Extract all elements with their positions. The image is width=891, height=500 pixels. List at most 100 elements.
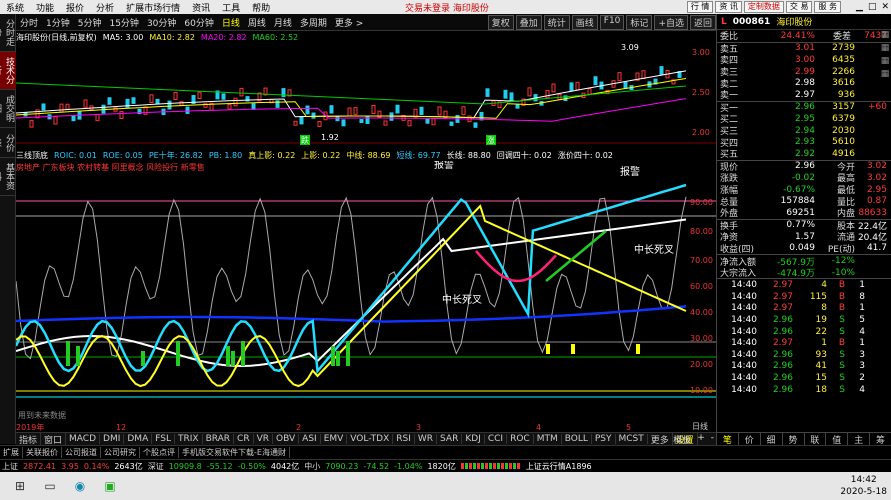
period-15min[interactable]: 15分钟 xyxy=(105,16,142,29)
x-label-4: 4 xyxy=(536,423,541,432)
btn-news[interactable]: 资 讯 xyxy=(715,1,742,13)
itab-sar[interactable]: SAR xyxy=(437,434,463,444)
itab-cr[interactable]: CR xyxy=(234,434,254,444)
itab-macd[interactable]: MACD xyxy=(66,434,101,444)
x-label-2: 2 xyxy=(296,423,301,432)
btn-mark[interactable]: 标记 xyxy=(626,14,653,30)
indicator-chart[interactable]: 报警 报警 中长死叉 中长死叉 用到未来数据 90.00 80.00 70.00… xyxy=(14,158,716,432)
period-30min[interactable]: 30分钟 xyxy=(143,16,180,29)
zoom-in-button[interactable]: + xyxy=(697,433,705,446)
kline-svg: 3.09 1.92 跌 涨 3.00 2.50 2.00 xyxy=(15,43,716,145)
quote-tab[interactable]: 筹 xyxy=(870,433,891,446)
itab-psy[interactable]: PSY xyxy=(592,434,616,444)
itab-dmi[interactable]: DMI xyxy=(100,434,125,444)
candle xyxy=(185,106,190,114)
quote-tab[interactable]: 笔 xyxy=(717,433,739,446)
browser-icon[interactable]: ◉ xyxy=(70,477,90,495)
tab-tech-analysis[interactable]: 技术分析 xyxy=(0,52,16,90)
btn-custom-data[interactable]: 定制数据 xyxy=(743,1,784,13)
menu-system[interactable]: 系统 xyxy=(0,1,30,14)
itab-brar[interactable]: BRAR xyxy=(203,434,235,444)
itab-emv[interactable]: EMV xyxy=(321,434,348,444)
grid-icon[interactable]: ▦ xyxy=(881,69,890,79)
grid-icon[interactable]: ▦ xyxy=(881,43,890,53)
info-comment[interactable]: 个股点评 xyxy=(140,447,179,458)
info-extend[interactable]: 扩展 xyxy=(0,447,23,458)
btn-add-favorite[interactable]: +自选 xyxy=(654,14,688,30)
kline-chart[interactable]: 3.09 1.92 跌 涨 3.00 2.50 2.00 xyxy=(15,43,716,149)
info-related[interactable]: 关联报价 xyxy=(23,447,62,458)
zhenshang-value: 真上影: 0.22 xyxy=(248,150,296,160)
grid-icon[interactable]: ▦ xyxy=(881,30,890,40)
itab-vr[interactable]: VR xyxy=(254,434,274,444)
tab-price-table[interactable]: 分价表 xyxy=(0,128,16,158)
itab-vol[interactable]: VOL-TDX xyxy=(347,434,394,444)
itab-mcst[interactable]: MCST xyxy=(616,434,648,444)
itab-more[interactable]: 更多 xyxy=(648,432,673,446)
itab-fsl[interactable]: FSL xyxy=(152,434,175,444)
period-5min[interactable]: 5分钟 xyxy=(74,16,106,29)
btn-stats[interactable]: 统计 xyxy=(543,14,570,30)
btn-trade[interactable]: 交 易 xyxy=(785,1,813,13)
template-button[interactable]: 模板 xyxy=(673,433,691,446)
period-1min[interactable]: 1分钟 xyxy=(42,16,74,29)
menu-quote[interactable]: 报价 xyxy=(60,1,90,14)
info-download[interactable]: 手机版交易软件下载-E海通财 xyxy=(179,447,290,458)
close-icon[interactable]: ✕ xyxy=(881,2,889,12)
itab-boll[interactable]: BOLL xyxy=(562,434,592,444)
itab-obv[interactable]: OBV xyxy=(273,434,300,444)
sell-volume: 936 xyxy=(837,89,855,100)
windows-start-icon[interactable]: ⊞ xyxy=(10,477,30,495)
btn-adjust[interactable]: 复权 xyxy=(487,14,514,30)
info-company-news[interactable]: 公司报道 xyxy=(62,447,101,458)
tab-basic-info[interactable]: 基本资料 xyxy=(0,158,16,196)
itab-mtm[interactable]: MTM xyxy=(534,434,562,444)
btn-quote[interactable]: 行 情 xyxy=(686,1,714,13)
minimize-icon[interactable]: ▁ xyxy=(856,2,863,12)
indicator-title[interactable]: 三线顶底 xyxy=(16,150,48,161)
menu-news[interactable]: 资讯 xyxy=(186,1,216,14)
tab-timeshare[interactable]: 分时走势 xyxy=(0,14,16,52)
period-day[interactable]: 日线 xyxy=(218,16,244,29)
quote-tab[interactable]: 联 xyxy=(805,433,827,446)
info-company-research[interactable]: 公司研究 xyxy=(101,447,140,458)
period-timeshare[interactable]: 分时 xyxy=(16,16,42,29)
task-view-icon[interactable]: ▭ xyxy=(40,477,60,495)
grid-icon[interactable]: ▦ xyxy=(881,56,890,66)
zoom-out-button[interactable]: - xyxy=(711,433,714,446)
btn-overlay[interactable]: 叠加 xyxy=(515,14,542,30)
menu-ext-market[interactable]: 扩展市场行情 xyxy=(120,1,186,14)
itab-wr[interactable]: WR xyxy=(415,434,438,444)
period-more[interactable]: 更多 > xyxy=(331,16,367,29)
btn-draw[interactable]: 画线 xyxy=(571,14,598,30)
tab-deal-detail[interactable]: 成交明细 xyxy=(0,90,16,128)
itab-cci[interactable]: CCI xyxy=(485,434,508,444)
itab-rsi[interactable]: RSI xyxy=(393,434,415,444)
itab-1[interactable]: 窗口 xyxy=(41,432,67,446)
period-week[interactable]: 周线 xyxy=(244,16,270,29)
maximize-icon[interactable]: □ xyxy=(868,2,877,12)
quote-tab[interactable]: 细 xyxy=(761,433,783,446)
itab-roc[interactable]: ROC xyxy=(507,434,534,444)
menu-tools[interactable]: 工具 xyxy=(216,1,246,14)
itab-kdj[interactable]: KDJ xyxy=(462,434,485,444)
menu-help[interactable]: 帮助 xyxy=(246,1,276,14)
period-multi[interactable]: 多周期 xyxy=(296,16,331,29)
itab-asi[interactable]: ASI xyxy=(299,434,321,444)
btn-f10[interactable]: F10 xyxy=(599,14,625,30)
menu-analysis[interactable]: 分析 xyxy=(90,1,120,14)
quote-tab[interactable]: 值 xyxy=(826,433,849,446)
btn-back[interactable]: 返回 xyxy=(689,14,716,30)
menu-function[interactable]: 功能 xyxy=(30,1,60,14)
period-60min[interactable]: 60分钟 xyxy=(180,16,217,29)
quote-tab[interactable]: 主 xyxy=(848,433,871,446)
quote-tab[interactable]: 价 xyxy=(739,433,761,446)
btn-service[interactable]: 服 务 xyxy=(814,1,841,13)
itab-0[interactable]: 指标 xyxy=(16,432,42,446)
itab-dma[interactable]: DMA xyxy=(124,434,153,444)
itab-trix[interactable]: TRIX xyxy=(175,434,203,444)
period-month[interactable]: 月线 xyxy=(270,16,296,29)
clock[interactable]: 14:42 2020-5-18 xyxy=(840,474,887,498)
quote-tab[interactable]: 势 xyxy=(783,433,805,446)
app-icon[interactable]: ▣ xyxy=(100,477,120,495)
